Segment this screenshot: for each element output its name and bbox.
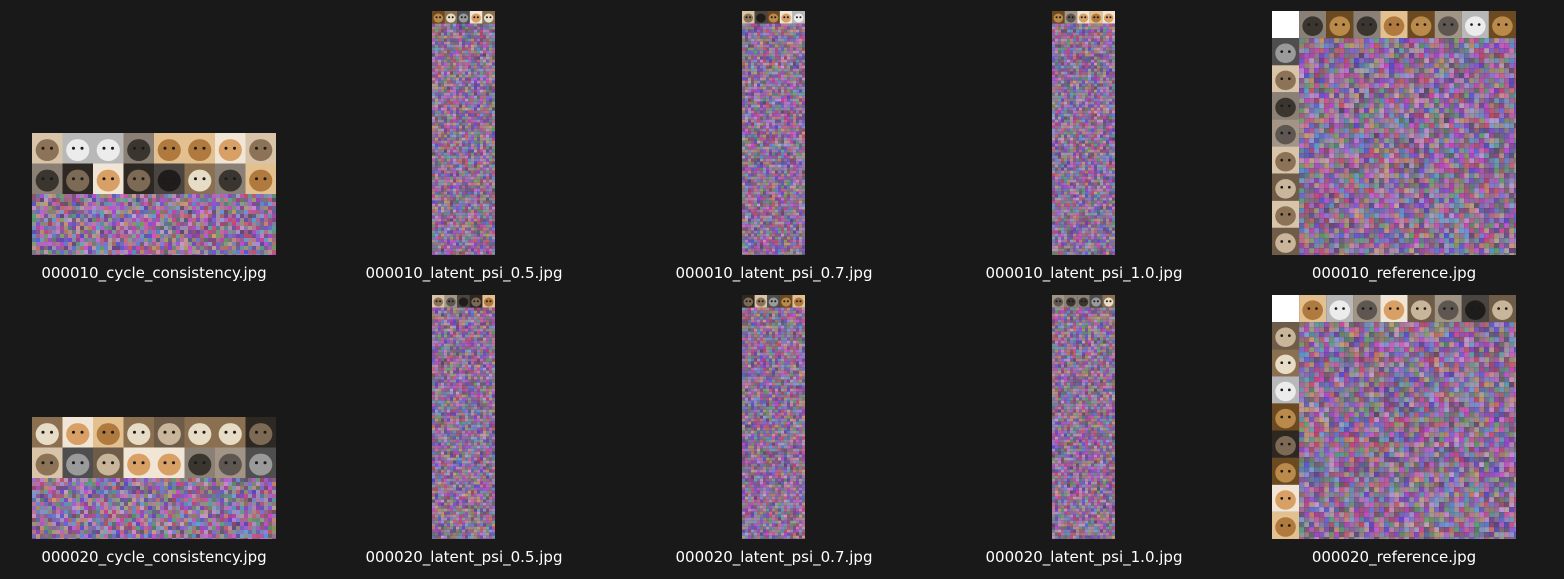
latent-strip-thumbnail xyxy=(742,11,805,255)
file-tile-000020-reference[interactable]: 000020_reference.jpg xyxy=(1272,295,1516,579)
cycle-consistency-grid-thumbnail xyxy=(32,133,276,255)
latent-strip-thumbnail xyxy=(1052,295,1115,539)
latent-strip-thumbnail xyxy=(1052,11,1115,255)
file-name-label: 000020_reference.jpg xyxy=(1252,547,1536,567)
file-tile-000010-cycle-consistency[interactable]: 000010_cycle_consistency.jpg xyxy=(32,11,276,295)
file-tile-000010-reference[interactable]: 000010_reference.jpg xyxy=(1272,11,1516,295)
latent-strip-thumbnail xyxy=(432,11,495,255)
reference-grid-thumbnail xyxy=(1272,11,1516,255)
file-name-label: 000010_latent_psi_0.5.jpg xyxy=(322,263,606,283)
file-tile-000010-latent-psi-1-0[interactable]: 000010_latent_psi_1.0.jpg xyxy=(962,11,1206,295)
thumbnail-area xyxy=(962,295,1206,539)
cycle-consistency-grid-thumbnail xyxy=(32,417,276,539)
file-name-label: 000020_latent_psi_1.0.jpg xyxy=(942,547,1226,567)
file-name-label: 000020_cycle_consistency.jpg xyxy=(12,547,296,567)
thumbnail-area xyxy=(32,295,276,539)
reference-grid-thumbnail xyxy=(1272,295,1516,539)
thumbnail-area xyxy=(342,11,586,255)
thumbnail-area xyxy=(962,11,1206,255)
file-tile-000010-latent-psi-0-5[interactable]: 000010_latent_psi_0.5.jpg xyxy=(342,11,586,295)
latent-strip-thumbnail xyxy=(432,295,495,539)
file-tile-000010-latent-psi-0-7[interactable]: 000010_latent_psi_0.7.jpg xyxy=(652,11,896,295)
thumbnail-area xyxy=(652,11,896,255)
file-name-label: 000010_latent_psi_0.7.jpg xyxy=(632,263,916,283)
latent-strip-thumbnail xyxy=(742,295,805,539)
file-tile-000020-latent-psi-1-0[interactable]: 000020_latent_psi_1.0.jpg xyxy=(962,295,1206,579)
thumbnail-area xyxy=(1272,11,1516,255)
file-tile-000020-latent-psi-0-5[interactable]: 000020_latent_psi_0.5.jpg xyxy=(342,295,586,579)
file-name-label: 000010_latent_psi_1.0.jpg xyxy=(942,263,1226,283)
file-name-label: 000020_latent_psi_0.7.jpg xyxy=(632,547,916,567)
thumbnail-area xyxy=(652,295,896,539)
file-tile-000020-cycle-consistency[interactable]: 000020_cycle_consistency.jpg xyxy=(32,295,276,579)
thumbnail-area xyxy=(32,11,276,255)
file-name-label: 000020_latent_psi_0.5.jpg xyxy=(322,547,606,567)
file-name-label: 000010_cycle_consistency.jpg xyxy=(12,263,296,283)
thumbnail-area xyxy=(1272,295,1516,539)
file-tile-000020-latent-psi-0-7[interactable]: 000020_latent_psi_0.7.jpg xyxy=(652,295,896,579)
file-name-label: 000010_reference.jpg xyxy=(1252,263,1536,283)
thumbnail-area xyxy=(342,295,586,539)
